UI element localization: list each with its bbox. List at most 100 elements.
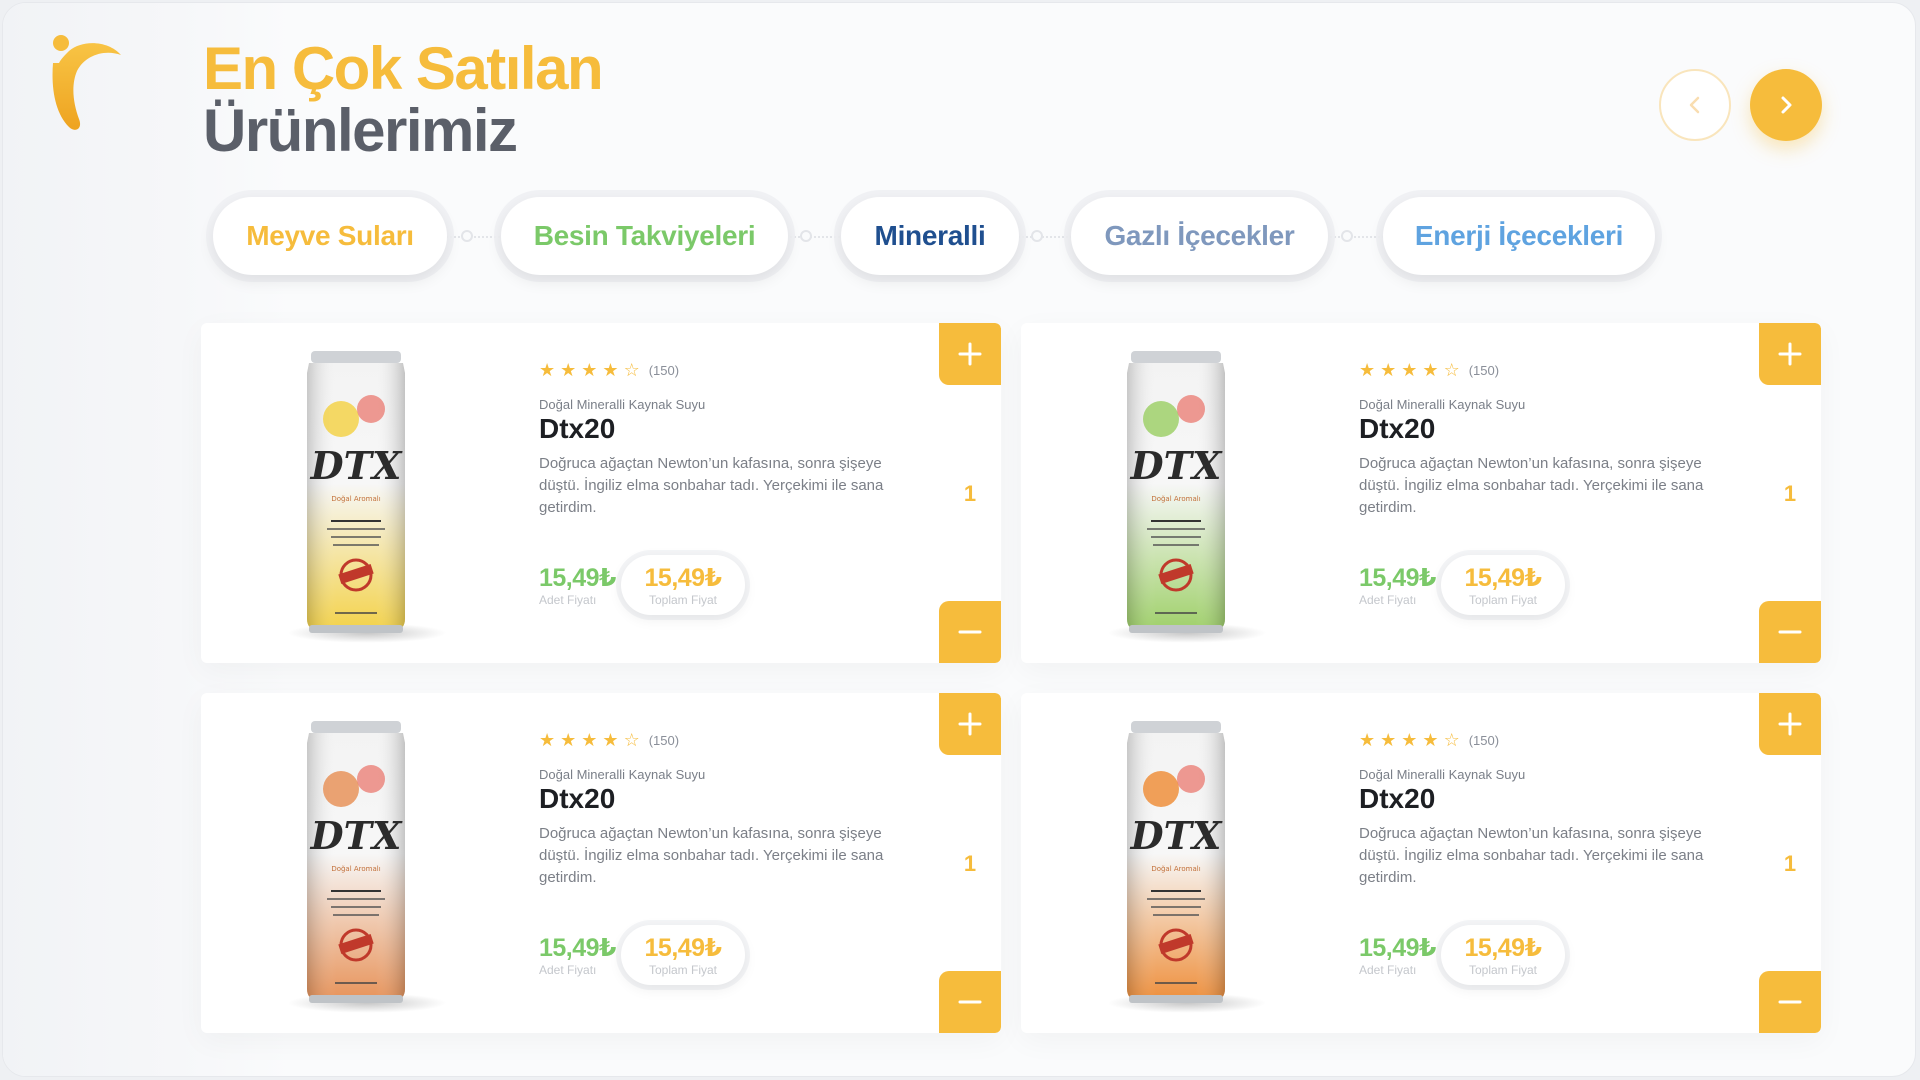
unit-price: 15,49₺ Adet Fiyatı (539, 563, 616, 607)
unit-price-label: Adet Fiyatı (1359, 963, 1417, 977)
increase-quantity-button[interactable] (939, 323, 1001, 385)
decrease-quantity-button[interactable] (939, 601, 1001, 663)
tab-gazli-icecekler[interactable]: Gazlı İçecekler (1071, 197, 1328, 275)
brand-logo[interactable] (47, 33, 127, 133)
total-price-value: 15,49₺ (1464, 934, 1542, 962)
rating-count: (150) (1468, 732, 1500, 748)
chevron-right-icon (1781, 96, 1792, 114)
unit-price-value: 15,49₺ (1359, 934, 1436, 962)
rating-stars: ★ ★ ★ ★ ☆ (150) (1359, 731, 1499, 749)
unit-price-value: 15,49₺ (1359, 564, 1436, 592)
unit-price: 15,49₺ Adet Fiyatı (1359, 933, 1436, 977)
star-icon: ★ (581, 360, 598, 380)
unit-price-label: Adet Fiyatı (539, 963, 597, 977)
product-name[interactable]: Dtx20 (1359, 413, 1435, 445)
product-name[interactable]: Dtx20 (539, 413, 615, 445)
tab-label: Enerji İçecekleri (1414, 220, 1624, 251)
product-card[interactable]: DTX Doğal Aromalı ★ ★ ★ ★ ☆ (150) Doğal … (1021, 323, 1821, 663)
svg-text:Doğal Aromalı: Doğal Aromalı (1151, 495, 1200, 503)
product-description: Doğruca ağaçtan Newton’un kafasına, sonr… (1359, 455, 1704, 516)
scrollbar-thumb[interactable] (1915, 299, 1916, 453)
product-subtitle: Doğal Mineralli Kaynak Suyu (1359, 397, 1526, 412)
decrease-quantity-button[interactable] (939, 971, 1001, 1033)
product-image[interactable]: DTX Doğal Aromalı (1121, 349, 1231, 639)
minus-icon (958, 630, 982, 634)
star-outline-icon: ☆ (1443, 730, 1460, 750)
total-price-value: 15,49₺ (644, 934, 722, 962)
tab-dot (800, 230, 812, 242)
product-subtitle: Doğal Mineralli Kaynak Suyu (539, 767, 706, 782)
title-line-1: En Çok Satılan (203, 35, 604, 102)
product-card[interactable]: DTX Doğal Aromalı ★ ★ ★ ★ ☆ (150) Doğal … (1021, 693, 1821, 1033)
decrease-quantity-button[interactable] (1759, 601, 1821, 663)
title-line-2: Ürünlerimiz (203, 97, 518, 164)
best-sellers-section: En Çok Satılan Ürünlerimiz Meyve Suları … (2, 2, 1916, 1077)
product-description: Doğruca ağaçtan Newton’un kafasına, sonr… (539, 455, 884, 516)
unit-price: 15,49₺ Adet Fiyatı (539, 933, 616, 977)
tab-dot (1031, 230, 1043, 242)
tab-besin-takviyeleri[interactable]: Besin Takviyeleri (501, 197, 788, 275)
tab-dot (1341, 230, 1353, 242)
unit-price-value: 15,49₺ (539, 934, 616, 962)
product-card[interactable]: DTX Doğal Aromalı ★ ★ ★ ★ ☆ (150) Doğal … (201, 693, 1001, 1033)
next-button[interactable] (1750, 69, 1822, 141)
minus-icon (1778, 1000, 1802, 1004)
quantity-value[interactable]: 1 (953, 851, 987, 877)
prev-button[interactable] (1659, 69, 1731, 141)
quantity-value[interactable]: 1 (1773, 851, 1807, 877)
rating-count: (150) (648, 732, 680, 748)
total-price: 15,49₺ Toplam Fiyat (621, 925, 745, 985)
tab-meyve-sulari[interactable]: Meyve Suları (213, 197, 447, 275)
tab-label: Mineralli (874, 220, 986, 251)
product-name[interactable]: Dtx20 (1359, 783, 1435, 815)
minus-icon (1778, 630, 1802, 634)
plus-icon (958, 712, 982, 736)
rating-stars: ★ ★ ★ ★ ☆ (150) (539, 361, 679, 379)
decrease-quantity-button[interactable] (1759, 971, 1821, 1033)
unit-price: 15,49₺ Adet Fiyatı (1359, 563, 1436, 607)
tab-label: Gazlı İçecekler (1104, 220, 1295, 251)
drink-can-icon: DTX Doğal Aromalı (1127, 351, 1225, 633)
svg-text:DTX: DTX (310, 443, 403, 488)
minus-icon (958, 1000, 982, 1004)
drink-can-icon: DTX Doğal Aromalı (1127, 721, 1225, 1003)
svg-text:Doğal Aromalı: Doğal Aromalı (331, 865, 380, 873)
product-card[interactable]: DTX Doğal Aromalı ★ ★ ★ ★ ☆ (150) Doğal … (201, 323, 1001, 663)
total-price-label: Toplam Fiyat (648, 593, 718, 607)
total-price-value: 15,49₺ (1464, 564, 1542, 592)
star-icon: ★ (602, 360, 619, 380)
star-icon: ★ (1380, 730, 1397, 750)
star-icon: ★ (1422, 360, 1439, 380)
product-image[interactable]: DTX Doğal Aromalı (1121, 719, 1231, 1009)
total-price-label: Toplam Fiyat (1468, 963, 1538, 977)
star-icon: ★ (1359, 360, 1376, 380)
product-image[interactable]: DTX Doğal Aromalı (301, 349, 411, 639)
star-icon: ★ (560, 360, 577, 380)
category-tabs: Meyve Suları Besin Takviyeleri Mineralli… (203, 197, 1663, 277)
rating-count: (150) (1468, 362, 1500, 378)
product-name[interactable]: Dtx20 (539, 783, 615, 815)
tab-mineralli[interactable]: Mineralli (841, 197, 1019, 275)
star-icon: ★ (581, 730, 598, 750)
quantity-value[interactable]: 1 (1773, 481, 1807, 507)
total-price-label: Toplam Fiyat (648, 963, 718, 977)
tab-enerji-icecekleri[interactable]: Enerji İçecekleri (1383, 197, 1655, 275)
rating-stars: ★ ★ ★ ★ ☆ (150) (1359, 361, 1499, 379)
star-icon: ★ (1380, 360, 1397, 380)
chevron-left-icon (1689, 96, 1700, 114)
product-description: Doğruca ağaçtan Newton’un kafasına, sonr… (539, 825, 884, 886)
star-icon: ★ (1359, 730, 1376, 750)
star-icon: ★ (560, 730, 577, 750)
product-subtitle: Doğal Mineralli Kaynak Suyu (539, 397, 706, 412)
quantity-value[interactable]: 1 (953, 481, 987, 507)
rating-count: (150) (648, 362, 680, 378)
star-outline-icon: ☆ (623, 730, 640, 750)
increase-quantity-button[interactable] (1759, 323, 1821, 385)
total-price-label: Toplam Fiyat (1468, 593, 1538, 607)
total-price: 15,49₺ Toplam Fiyat (1441, 555, 1565, 615)
rating-stars: ★ ★ ★ ★ ☆ (150) (539, 731, 679, 749)
page-title: En Çok Satılan Ürünlerimiz (203, 35, 604, 164)
increase-quantity-button[interactable] (939, 693, 1001, 755)
increase-quantity-button[interactable] (1759, 693, 1821, 755)
product-image[interactable]: DTX Doğal Aromalı (301, 719, 411, 1009)
